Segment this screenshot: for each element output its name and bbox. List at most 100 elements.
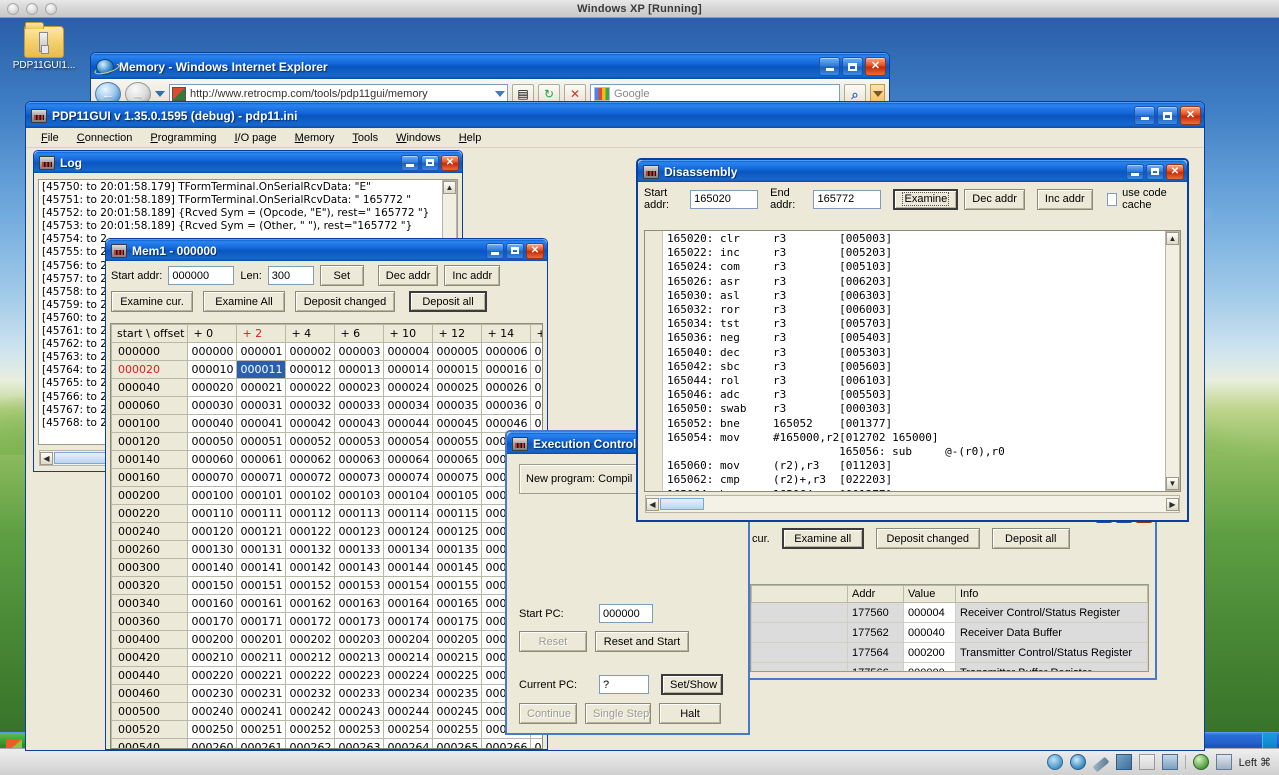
- memory-cell[interactable]: 000037: [530, 396, 542, 415]
- dis-end-addr-input[interactable]: [813, 189, 882, 209]
- memory-cell[interactable]: 000000: [187, 342, 238, 361]
- memory-cell[interactable]: 000211: [236, 648, 287, 667]
- memory-row-address[interactable]: 000000: [111, 342, 189, 361]
- pdp11gui-titlebar[interactable]: PDP11GUI v 1.35.0.1595 (debug) - pdp11.i…: [26, 102, 1204, 128]
- deposit-all-button[interactable]: Deposit all: [991, 528, 1070, 549]
- memory-row-address[interactable]: 000260: [111, 540, 189, 559]
- memory-cell[interactable]: 000202: [285, 630, 336, 649]
- io-table-row[interactable]: 177566000000Transmitter Buffer Register: [751, 662, 1148, 671]
- maximize-button[interactable]: [1146, 163, 1164, 180]
- memory-cell[interactable]: 000213: [334, 648, 385, 667]
- log-titlebar[interactable]: Log ✕: [34, 151, 462, 173]
- memory-cell[interactable]: 000201: [236, 630, 287, 649]
- capture-icon[interactable]: [1215, 754, 1232, 770]
- memory-cell[interactable]: 000145: [432, 558, 483, 577]
- memory-cell[interactable]: 000001: [236, 342, 287, 361]
- memory-cell[interactable]: 000144: [383, 558, 434, 577]
- memory-cell[interactable]: 000061: [236, 450, 287, 469]
- network-icon[interactable]: [1115, 754, 1132, 770]
- memory-cell[interactable]: 000152: [285, 576, 336, 595]
- checkbox-box-icon[interactable]: [1106, 192, 1118, 206]
- reset-button[interactable]: Reset: [519, 631, 587, 652]
- address-dropdown-icon[interactable]: [495, 91, 505, 97]
- scroll-right-icon[interactable]: ▶: [1166, 497, 1179, 511]
- memory-cell[interactable]: 000055: [432, 432, 483, 451]
- memory-cell[interactable]: 000012: [285, 360, 336, 379]
- memory-table-row[interactable]: 000440 000220 000221 000222 000223 000224 0002…: [111, 666, 542, 685]
- inc-addr-button[interactable]: Inc addr: [444, 265, 501, 286]
- halt-button[interactable]: Halt: [659, 703, 721, 724]
- memory-table-row[interactable]: 000120 000050 000051 000052 000053 000054 0000…: [111, 432, 542, 451]
- memory-cell[interactable]: 000150: [187, 576, 238, 595]
- memory-table-row[interactable]: 000540 000260 000261 000262 000263 000264 0002…: [111, 738, 542, 748]
- memory-table-row[interactable]: 000060 000030 000031 000032 000033 000034 0000…: [111, 396, 542, 415]
- io-row-info[interactable]: Transmitter Buffer Register: [955, 662, 1148, 671]
- memory-row-address[interactable]: 000300: [111, 558, 189, 577]
- ie-titlebar[interactable]: Memory - Windows Internet Explorer ✕: [91, 53, 889, 79]
- memory-cell[interactable]: 000054: [383, 432, 434, 451]
- menu-io-page[interactable]: I/O page: [225, 130, 285, 146]
- memory-table-row[interactable]: 000020 000010 000011 000012 000013 000014 0000…: [111, 360, 542, 379]
- memory-cell[interactable]: 000243: [334, 702, 385, 721]
- deposit-changed-button[interactable]: Deposit changed: [875, 528, 980, 549]
- memory-cell[interactable]: 000171: [236, 612, 287, 631]
- current-pc-row[interactable]: Current PC: Set/Show: [507, 674, 748, 695]
- memory-cell[interactable]: 000034: [383, 396, 434, 415]
- globe-icon[interactable]: [1192, 754, 1209, 770]
- memory-cell[interactable]: 000263: [334, 738, 385, 748]
- memory-table-row[interactable]: 000040 000020 000021 000022 000023 000024 0000…: [111, 378, 542, 397]
- chip-icon[interactable]: [1161, 754, 1178, 770]
- host-status-icons[interactable]: Left ⌘: [1046, 752, 1271, 772]
- memory-cell[interactable]: 000234: [383, 684, 434, 703]
- memory-table-row[interactable]: 000520 000250 000251 000252 000253 000254 0002…: [111, 720, 542, 739]
- memory-row-address[interactable]: 000020: [111, 360, 189, 379]
- memory-cell[interactable]: 000204: [383, 630, 434, 649]
- disassembly-titlebar[interactable]: Disassembly ✕: [638, 160, 1187, 182]
- memory-row-address[interactable]: 000360: [111, 612, 189, 631]
- memory-table-row[interactable]: 000460 000230 000231 000232 000233 000234 0002…: [111, 684, 542, 703]
- memory-cell[interactable]: 000071: [236, 468, 287, 487]
- memory-cell[interactable]: 000036: [481, 396, 532, 415]
- scroll-left-icon[interactable]: ◀: [646, 497, 659, 511]
- memory-window[interactable]: Mem1 - 000000 ✕ Start addr: Len: Set Dec…: [105, 238, 548, 750]
- memory-cell[interactable]: 000010: [187, 360, 238, 379]
- memory-cell[interactable]: 000160: [187, 594, 238, 613]
- memory-cell[interactable]: 000030: [187, 396, 238, 415]
- memory-cell[interactable]: 000163: [334, 594, 385, 613]
- scroll-left-icon[interactable]: ◀: [40, 451, 53, 465]
- io-table-row[interactable]: 177562 000040 Receiver Data Buffer: [751, 622, 1148, 643]
- memory-cell[interactable]: 000102: [285, 486, 336, 505]
- io-page-toolbar[interactable]: cur. Examine all Deposit changed Deposit…: [744, 520, 1155, 559]
- io-row-name[interactable]: [751, 662, 848, 671]
- memory-cell[interactable]: 000041: [236, 414, 287, 433]
- cd-icon[interactable]: [1069, 754, 1086, 770]
- scroll-up-icon[interactable]: ▲: [1166, 232, 1179, 245]
- memory-cell[interactable]: 000060: [187, 450, 238, 469]
- single-step-button[interactable]: Single Step: [585, 703, 651, 724]
- io-table-body[interactable]: 177560 000004 Receiver Control/Status Regi…: [751, 602, 1148, 671]
- memory-cell[interactable]: 000151: [236, 576, 287, 595]
- memory-cell[interactable]: 000203: [334, 630, 385, 649]
- memory-cell[interactable]: 000223: [334, 666, 385, 685]
- memory-cell[interactable]: 000162: [285, 594, 336, 613]
- memory-col-header-offset[interactable]: + 4: [285, 324, 336, 343]
- memory-cell[interactable]: 000113: [334, 504, 385, 523]
- memory-cell[interactable]: 000267: [530, 738, 542, 748]
- memory-cell[interactable]: 000260: [187, 738, 238, 748]
- memory-cell[interactable]: 000264: [383, 738, 434, 748]
- memory-cell[interactable]: 000134: [383, 540, 434, 559]
- minimize-icon[interactable]: [26, 3, 38, 15]
- memory-cell[interactable]: 000027: [530, 378, 542, 397]
- run-controls-row[interactable]: Continue Single Step Halt: [507, 703, 748, 724]
- io-row-name[interactable]: [751, 602, 848, 623]
- maximize-button[interactable]: [1157, 106, 1178, 125]
- memory-col-header-offset[interactable]: + 12: [432, 324, 483, 343]
- memory-cell[interactable]: 000122: [285, 522, 336, 541]
- close-button[interactable]: ✕: [1166, 163, 1184, 180]
- memory-cell[interactable]: 000205: [432, 630, 483, 649]
- menu-windows[interactable]: Windows: [387, 130, 450, 146]
- pdp11gui-menubar[interactable]: File Connection Programming I/O page Mem…: [26, 128, 1204, 148]
- memory-cell[interactable]: 000017: [530, 360, 542, 379]
- memory-cell[interactable]: 000016: [481, 360, 532, 379]
- pdp11gui-window-buttons[interactable]: ✕: [1134, 106, 1201, 125]
